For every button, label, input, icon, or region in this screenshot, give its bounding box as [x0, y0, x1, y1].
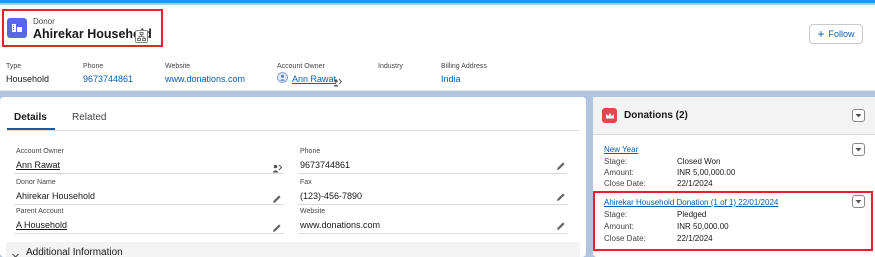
donation-amount-value: INR 5,00,000.00 — [677, 168, 736, 177]
donation-stage-value: Pledged — [677, 210, 707, 219]
row-actions-dropdown[interactable] — [852, 195, 865, 208]
list-actions-dropdown[interactable] — [852, 109, 865, 122]
follow-label: Follow — [828, 29, 855, 39]
donations-related-list: Donations (2) New Year Stage: Closed Won… — [593, 97, 875, 257]
field-label-donor-name: Donor Name — [16, 179, 56, 186]
donation-stage-value: Closed Won — [677, 157, 721, 166]
field-value-phone[interactable]: 9673744861 — [83, 74, 133, 84]
field-label-industry: Industry — [378, 63, 403, 70]
field-divider — [298, 173, 568, 174]
tab-details[interactable]: Details — [14, 112, 47, 123]
section-title: Additional Information — [26, 247, 123, 257]
donation-stage-label: Stage: — [604, 157, 628, 166]
field-divider — [14, 204, 284, 205]
field-value-account-owner[interactable]: Ann Rawat — [292, 74, 336, 84]
field-label-phone: Phone — [83, 63, 104, 70]
user-avatar-icon — [277, 72, 288, 83]
donation-amount-label: Amount: — [604, 168, 634, 177]
record-header: Donor Ahirekar Household + Follow Type H… — [0, 5, 875, 91]
field-value-billing-address[interactable]: India — [441, 74, 461, 84]
pencil-icon[interactable] — [272, 191, 282, 203]
hierarchy-icon[interactable] — [135, 30, 148, 43]
field-value-phone[interactable]: 9673744861 — [300, 160, 350, 170]
field-divider — [298, 233, 568, 234]
field-divider — [14, 233, 284, 234]
field-label-parent-account: Parent Account — [16, 208, 64, 215]
pencil-icon[interactable] — [556, 158, 566, 170]
chevron-down-icon — [855, 114, 862, 118]
donations-header: Donations (2) — [593, 97, 875, 135]
tab-related[interactable]: Related — [72, 112, 106, 123]
donation-close-date-label: Close Date: — [604, 179, 646, 188]
follow-button[interactable]: + Follow — [809, 24, 863, 44]
household-record-icon — [7, 18, 27, 38]
crown-icon — [602, 108, 617, 123]
donation-link[interactable]: Ahirekar Household Donation (1 of 1) 22/… — [604, 198, 778, 207]
donation-close-date-value: 22/1/2024 — [677, 234, 713, 243]
pencil-icon[interactable] — [272, 220, 282, 232]
field-value-type: Household — [6, 74, 50, 84]
field-label-account-owner: Account Owner — [16, 148, 64, 155]
field-label-type: Type — [6, 63, 22, 70]
donations-title[interactable]: Donations (2) — [624, 110, 688, 121]
field-label-fax: Fax — [300, 179, 312, 186]
chevron-down-icon — [11, 247, 20, 257]
field-label-website: Website — [300, 208, 326, 215]
field-value-account-owner[interactable]: Ann Rawat — [16, 160, 60, 170]
donation-close-date-value: 22/1/2024 — [677, 179, 713, 188]
field-value-website[interactable]: www.donations.com — [165, 74, 245, 84]
change-owner-icon[interactable] — [272, 160, 283, 173]
tabs-divider — [7, 130, 579, 131]
field-divider — [14, 173, 284, 174]
chevron-down-icon — [855, 148, 862, 152]
pencil-icon[interactable] — [556, 218, 566, 230]
page-title: Ahirekar Household — [33, 27, 152, 41]
field-label-account-owner: Account Owner — [277, 63, 325, 70]
field-divider — [298, 204, 568, 205]
donation-link[interactable]: New Year — [604, 145, 638, 154]
top-accent-line — [0, 0, 875, 3]
field-value-website[interactable]: www.donations.com — [300, 220, 380, 230]
field-value-fax[interactable]: (123)-456-7890 — [300, 191, 362, 201]
field-value-donor-name: Ahirekar Household — [16, 191, 96, 201]
plus-icon: + — [817, 27, 825, 41]
donation-amount-value: INR 50,000.00 — [677, 222, 729, 231]
chevron-down-icon — [855, 200, 862, 204]
row-actions-dropdown[interactable] — [852, 143, 865, 156]
field-value-parent-account[interactable]: A Household — [16, 220, 67, 230]
donation-amount-label: Amount: — [604, 222, 634, 231]
donation-close-date-label: Close Date: — [604, 234, 646, 243]
field-label-website: Website — [165, 63, 191, 70]
pencil-icon[interactable] — [556, 189, 566, 201]
field-label-billing-address: Billing Address — [441, 63, 487, 70]
change-owner-icon[interactable] — [333, 74, 343, 92]
object-type-label: Donor — [33, 17, 55, 26]
donation-stage-label: Stage: — [604, 210, 628, 219]
field-label-phone: Phone — [300, 148, 321, 155]
details-panel: Details Related Account Owner Ann Rawat … — [0, 97, 586, 257]
